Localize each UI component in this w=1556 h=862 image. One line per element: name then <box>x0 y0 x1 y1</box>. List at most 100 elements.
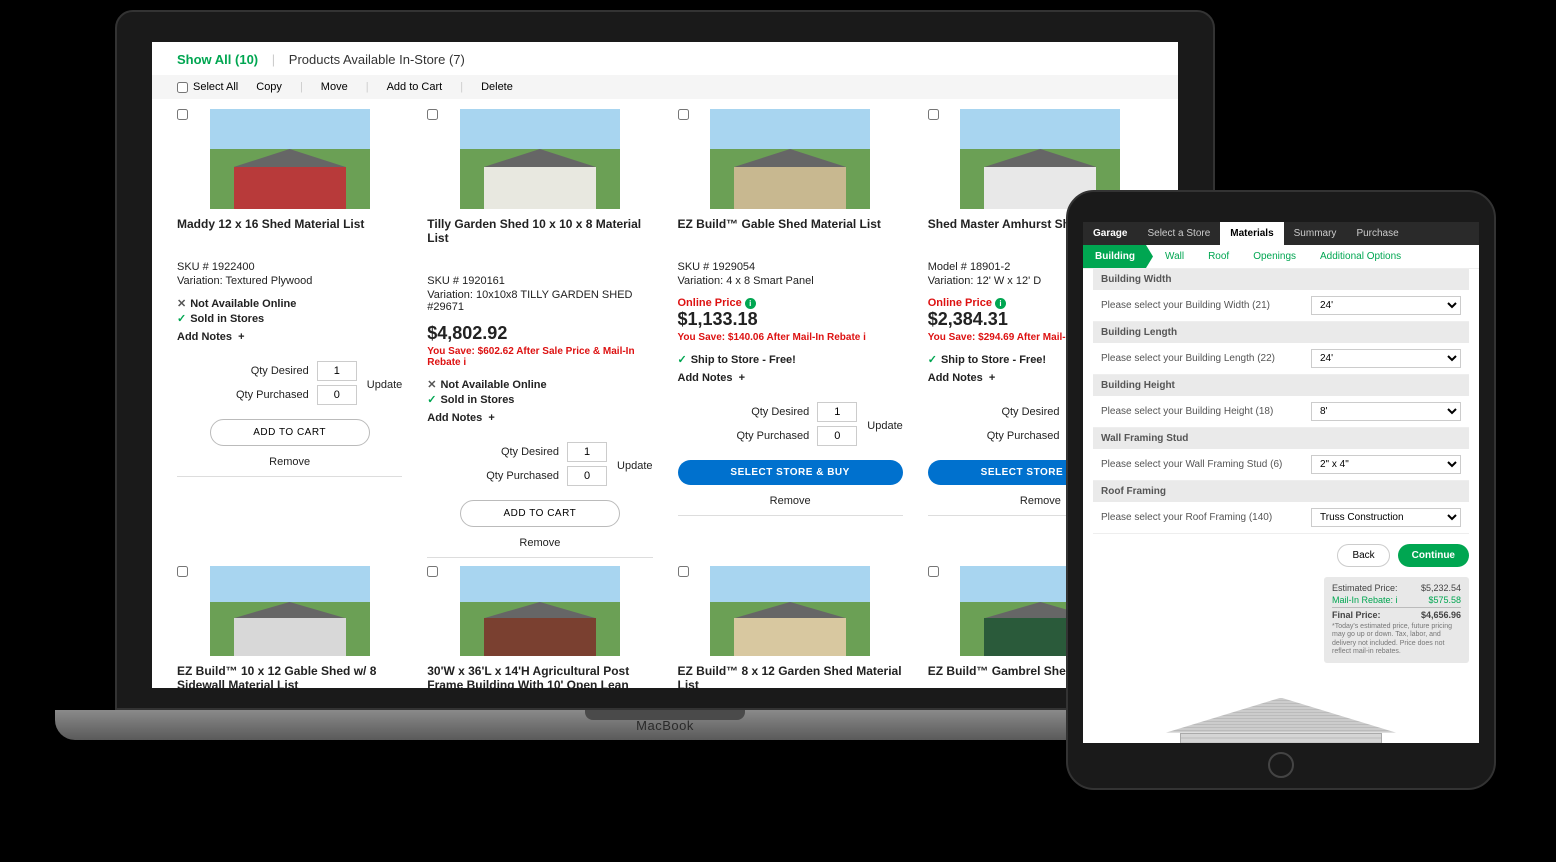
product-checkbox[interactable] <box>177 566 188 577</box>
product-title[interactable]: EZ Build™ 8 x 12 Garden Shed Material Li… <box>678 664 903 688</box>
subtab-additional-options[interactable]: Additional Options <box>1308 245 1413 268</box>
product-title[interactable]: EZ Build™ Gable Shed Material List <box>678 217 903 231</box>
qty-purchased-input[interactable] <box>317 385 357 405</box>
qty-purchased-row: Qty Purchased <box>678 426 858 446</box>
product-card: Tilly Garden Shed 10 x 10 x 8 Material L… <box>427 109 652 558</box>
config-select[interactable]: 2" x 4" <box>1311 455 1461 474</box>
config-row: Please select your Roof Framing (140) Tr… <box>1093 502 1469 534</box>
check-icon: ✓ <box>928 353 937 366</box>
action-delete[interactable]: Delete <box>481 81 513 93</box>
garage-preview: 13'2" <box>1093 678 1469 743</box>
subtab-wall[interactable]: Wall <box>1153 245 1196 268</box>
tab-summary[interactable]: Summary <box>1284 222 1347 245</box>
product-checkbox[interactable] <box>928 109 939 120</box>
product-checkbox[interactable] <box>427 566 438 577</box>
update-link[interactable]: Update <box>367 379 402 391</box>
check-icon: ✓ <box>427 393 436 406</box>
config-header: Roof Framing <box>1093 481 1469 502</box>
product-grid: Maddy 12 x 16 Shed Material List SKU # 1… <box>152 99 1178 558</box>
action-add-to-cart[interactable]: Add to Cart <box>387 81 443 93</box>
add-notes-link[interactable]: Add Notes + <box>678 372 903 384</box>
macbook-screen: Show All (10) | Products Available In-St… <box>152 42 1178 688</box>
product-checkbox[interactable] <box>177 109 188 120</box>
product-image[interactable] <box>460 109 620 209</box>
product-image[interactable] <box>460 566 620 656</box>
add-to-cart-button[interactable]: ADD TO CART <box>460 500 620 527</box>
product-title[interactable]: Tilly Garden Shed 10 x 10 x 8 Material L… <box>427 217 652 245</box>
qty-desired-input[interactable] <box>567 442 607 462</box>
price-summary-box: Estimated Price: $5,232.54 Mail-In Rebat… <box>1324 577 1469 663</box>
add-to-cart-button[interactable]: ADD TO CART <box>210 419 370 446</box>
config-select[interactable]: 24' <box>1311 349 1461 368</box>
qty-desired-input[interactable] <box>817 402 857 422</box>
remove-link[interactable]: Remove <box>427 537 652 558</box>
product-checkbox[interactable] <box>928 566 939 577</box>
config-select[interactable]: 8' <box>1311 402 1461 421</box>
select-all-checkbox[interactable]: Select All <box>177 81 238 93</box>
filter-show-all[interactable]: Show All (10) <box>177 52 258 67</box>
remove-link[interactable]: Remove <box>678 495 903 516</box>
product-title[interactable]: 30'W x 36'L x 14'H Agricultural Post Fra… <box>427 664 652 688</box>
product-image[interactable] <box>710 109 870 209</box>
product-checkbox[interactable] <box>678 566 689 577</box>
config-prompt: Please select your Roof Framing (140) <box>1101 512 1272 523</box>
price-disclaimer: *Today's estimated price, future pricing… <box>1332 623 1461 657</box>
subtab-openings[interactable]: Openings <box>1241 245 1308 268</box>
qty-desired-input[interactable] <box>317 361 357 381</box>
continue-button[interactable]: Continue <box>1398 544 1469 567</box>
product-grid-row2: EZ Build™ 10 x 12 Gable Shed w/ 8 Sidewa… <box>152 558 1178 688</box>
product-title[interactable]: EZ Build™ 10 x 12 Gable Shed w/ 8 Sidewa… <box>177 664 402 688</box>
tab-materials[interactable]: Materials <box>1220 222 1283 245</box>
info-icon[interactable]: i <box>463 357 466 368</box>
qty-purchased-input[interactable] <box>567 466 607 486</box>
tab-purchase[interactable]: Purchase <box>1346 222 1408 245</box>
filter-in-store[interactable]: Products Available In-Store (7) <box>289 52 465 67</box>
ipad-home-button[interactable] <box>1268 752 1294 778</box>
action-copy[interactable]: Copy <box>256 81 282 93</box>
config-header: Building Length <box>1093 322 1469 343</box>
config-select[interactable]: Truss Construction <box>1311 508 1461 527</box>
product-image[interactable] <box>210 109 370 209</box>
product-image[interactable] <box>210 566 370 656</box>
product-checkbox[interactable] <box>678 109 689 120</box>
ipad-button-row: Back Continue <box>1083 534 1479 577</box>
plus-icon: + <box>488 412 494 424</box>
config-select[interactable]: 24' <box>1311 296 1461 315</box>
info-icon[interactable]: i <box>995 298 1006 309</box>
qty-desired-row: Qty Desired <box>678 402 858 422</box>
product-title[interactable]: Maddy 12 x 16 Shed Material List <box>177 217 402 231</box>
select-all-input[interactable] <box>177 82 188 93</box>
ipad-main-tabs: GarageSelect a StoreMaterialsSummaryPurc… <box>1083 222 1479 245</box>
update-link[interactable]: Update <box>867 420 902 432</box>
action-move[interactable]: Move <box>321 81 348 93</box>
add-notes-link[interactable]: Add Notes + <box>427 412 652 424</box>
add-notes-link[interactable]: Add Notes + <box>177 331 402 343</box>
config-header: Building Height <box>1093 375 1469 396</box>
action-bar: Select All Copy | Move | Add to Cart | D… <box>152 75 1178 99</box>
rebate-value: $575.58 <box>1428 595 1461 605</box>
est-price-label: Estimated Price: <box>1332 583 1398 593</box>
back-button[interactable]: Back <box>1337 544 1389 567</box>
tab-garage[interactable]: Garage <box>1083 222 1137 245</box>
tab-select-a-store[interactable]: Select a Store <box>1137 222 1220 245</box>
product-checkbox[interactable] <box>427 109 438 120</box>
info-icon[interactable]: i <box>863 332 866 343</box>
update-link[interactable]: Update <box>617 460 652 472</box>
remove-link[interactable]: Remove <box>177 456 402 477</box>
availability-block: ✕Not Available Online✓Sold in Stores <box>177 297 402 325</box>
divider: | <box>300 81 303 93</box>
info-icon[interactable]: i <box>745 298 756 309</box>
subtab-roof[interactable]: Roof <box>1196 245 1241 268</box>
quantity-block: Qty Desired Qty Purchased Update <box>177 361 402 409</box>
product-image[interactable] <box>710 566 870 656</box>
select-store-buy-button[interactable]: SELECT STORE & BUY <box>678 460 903 485</box>
divider: | <box>366 81 369 93</box>
config-form: Building Width Please select your Buildi… <box>1083 269 1479 534</box>
info-icon[interactable]: i <box>1396 595 1398 605</box>
config-header: Building Width <box>1093 269 1469 290</box>
subtab-building[interactable]: Building <box>1083 245 1153 268</box>
product-card: EZ Build™ Gable Shed Material List SKU #… <box>678 109 903 558</box>
qty-purchased-input[interactable] <box>817 426 857 446</box>
product-variation: Variation: 10x10x8 TILLY GARDEN SHED #29… <box>427 289 652 313</box>
product-card: 30'W x 36'L x 14'H Agricultural Post Fra… <box>427 566 652 688</box>
